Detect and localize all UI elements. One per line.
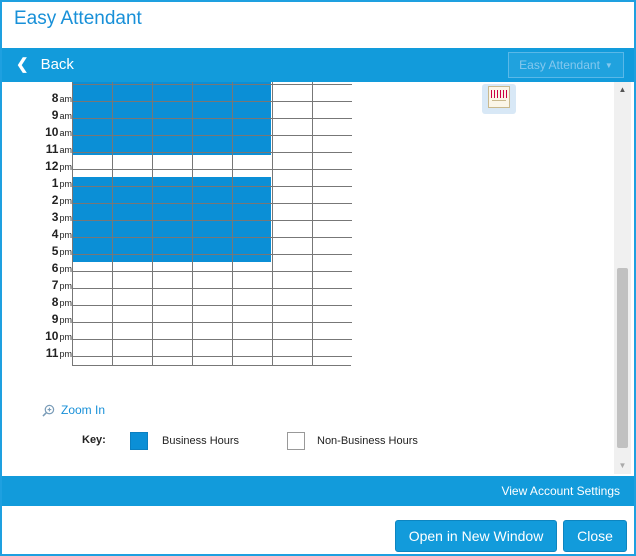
grid-row-line xyxy=(73,322,352,323)
grid-row-line xyxy=(73,118,352,119)
hour-ampm: pm xyxy=(59,315,72,325)
hour-ampm: am xyxy=(59,111,72,121)
hour-ampm: pm xyxy=(59,162,72,172)
scrollbar-thumb[interactable] xyxy=(617,268,628,448)
hour-label: 10am xyxy=(2,123,72,140)
hour-number: 6 xyxy=(51,261,59,275)
hour-number: 1 xyxy=(51,176,59,190)
hour-number: 5 xyxy=(51,244,59,258)
hour-ampm: pm xyxy=(59,230,72,240)
hour-ampm: pm xyxy=(59,264,72,274)
hour-label: 1pm xyxy=(2,174,72,191)
business-hours-label: Business Hours xyxy=(162,435,240,447)
hour-number: 10 xyxy=(45,329,59,343)
caret-down-icon: ▼ xyxy=(604,60,613,70)
grid-row-line xyxy=(73,186,352,187)
back-button[interactable]: ❮ Back xyxy=(16,56,74,73)
easy-attendant-menu[interactable]: Easy Attendant ▼ xyxy=(508,52,624,78)
scroll-down-arrow-icon[interactable]: ▼ xyxy=(614,458,631,474)
hour-label: 8pm xyxy=(2,293,72,310)
hour-label: 11am xyxy=(2,140,72,157)
footer-bar: View Account Settings xyxy=(2,476,634,506)
hour-ampm: am xyxy=(59,145,72,155)
hour-ampm: am xyxy=(59,128,72,138)
grid-row-line xyxy=(73,271,352,272)
hour-number: 2 xyxy=(51,193,59,207)
menu-label: Easy Attendant xyxy=(519,58,600,72)
schedule-content: 8am 9am 10am 11am 12pm 1pm 2pm 3pm 4pm 5pm 6pm 7pm 8… xyxy=(2,82,634,474)
hour-label: 2pm xyxy=(2,191,72,208)
hour-number: 10 xyxy=(45,125,59,139)
open-in-new-window-button[interactable]: Open in New Window xyxy=(395,520,557,552)
grid-row-line xyxy=(73,220,352,221)
hour-number: 11 xyxy=(45,142,59,156)
hour-label: 5pm xyxy=(2,242,72,259)
hour-ampm: pm xyxy=(59,196,72,206)
hour-label: 6pm xyxy=(2,259,72,276)
grid-row-line xyxy=(73,288,352,289)
non-business-hours-swatch xyxy=(287,432,305,450)
zoom-in-label: Zoom In xyxy=(61,403,106,417)
hour-number: 12 xyxy=(45,159,59,173)
grid-row-line xyxy=(73,152,352,153)
hour-ampm: am xyxy=(59,94,72,104)
hour-number: 3 xyxy=(51,210,59,224)
hour-label: 8am xyxy=(2,89,72,106)
close-button[interactable]: Close xyxy=(563,520,627,552)
hour-label: 12pm xyxy=(2,157,72,174)
hour-ampm: pm xyxy=(59,213,72,223)
hour-label: 7pm xyxy=(2,276,72,293)
hour-number: 9 xyxy=(51,312,59,326)
hour-number: 4 xyxy=(51,227,59,241)
hour-ampm: pm xyxy=(59,332,72,342)
view-account-settings-link[interactable]: View Account Settings xyxy=(501,484,620,498)
hour-ampm: pm xyxy=(59,281,72,291)
grid-row-line xyxy=(73,339,352,340)
hour-ampm: pm xyxy=(59,179,72,189)
chevron-left-icon: ❮ xyxy=(16,56,29,73)
hour-ampm: pm xyxy=(59,349,72,359)
grid-row-line xyxy=(73,254,352,255)
grid-row-line xyxy=(73,101,352,102)
hour-number: 8 xyxy=(51,91,59,105)
vertical-scrollbar[interactable]: ▲ ▼ xyxy=(614,82,631,474)
key-label: Key: xyxy=(82,434,106,446)
hour-label: 4pm xyxy=(2,225,72,242)
grid-row-line xyxy=(73,237,352,238)
zoom-in-icon xyxy=(42,404,55,417)
scroll-up-arrow-icon[interactable]: ▲ xyxy=(614,82,631,98)
hour-label: 9am xyxy=(2,106,72,123)
hour-number: 11 xyxy=(45,346,59,360)
hour-ampm: pm xyxy=(59,298,72,308)
easy-attendant-dialog: Easy Attendant ❮ Back Easy Attendant ▼ 8… xyxy=(0,0,636,556)
grid-row-line xyxy=(73,305,352,306)
grid-row-line xyxy=(73,84,352,85)
hour-label: 10pm xyxy=(2,327,72,344)
hour-label: 3pm xyxy=(2,208,72,225)
hour-number: 8 xyxy=(51,295,59,309)
grid-row-line xyxy=(73,135,352,136)
grid-row-line xyxy=(73,203,352,204)
business-hours-swatch xyxy=(130,432,148,450)
zoom-in-link[interactable]: Zoom In xyxy=(42,403,105,417)
non-business-hours-label: Non-Business Hours xyxy=(317,435,418,447)
schedule-grid[interactable] xyxy=(72,82,352,366)
calendar-icon[interactable] xyxy=(482,84,516,114)
dialog-title: Easy Attendant xyxy=(14,8,142,29)
hour-label: 9pm xyxy=(2,310,72,327)
hour-label: 11pm xyxy=(2,344,72,361)
grid-row-line xyxy=(73,356,352,357)
nav-bar: ❮ Back Easy Attendant ▼ xyxy=(2,48,634,82)
hour-ampm: pm xyxy=(59,247,72,257)
grid-row-line xyxy=(73,169,352,170)
hour-number: 9 xyxy=(51,108,59,122)
hour-number: 7 xyxy=(51,278,59,292)
back-label: Back xyxy=(40,56,74,73)
